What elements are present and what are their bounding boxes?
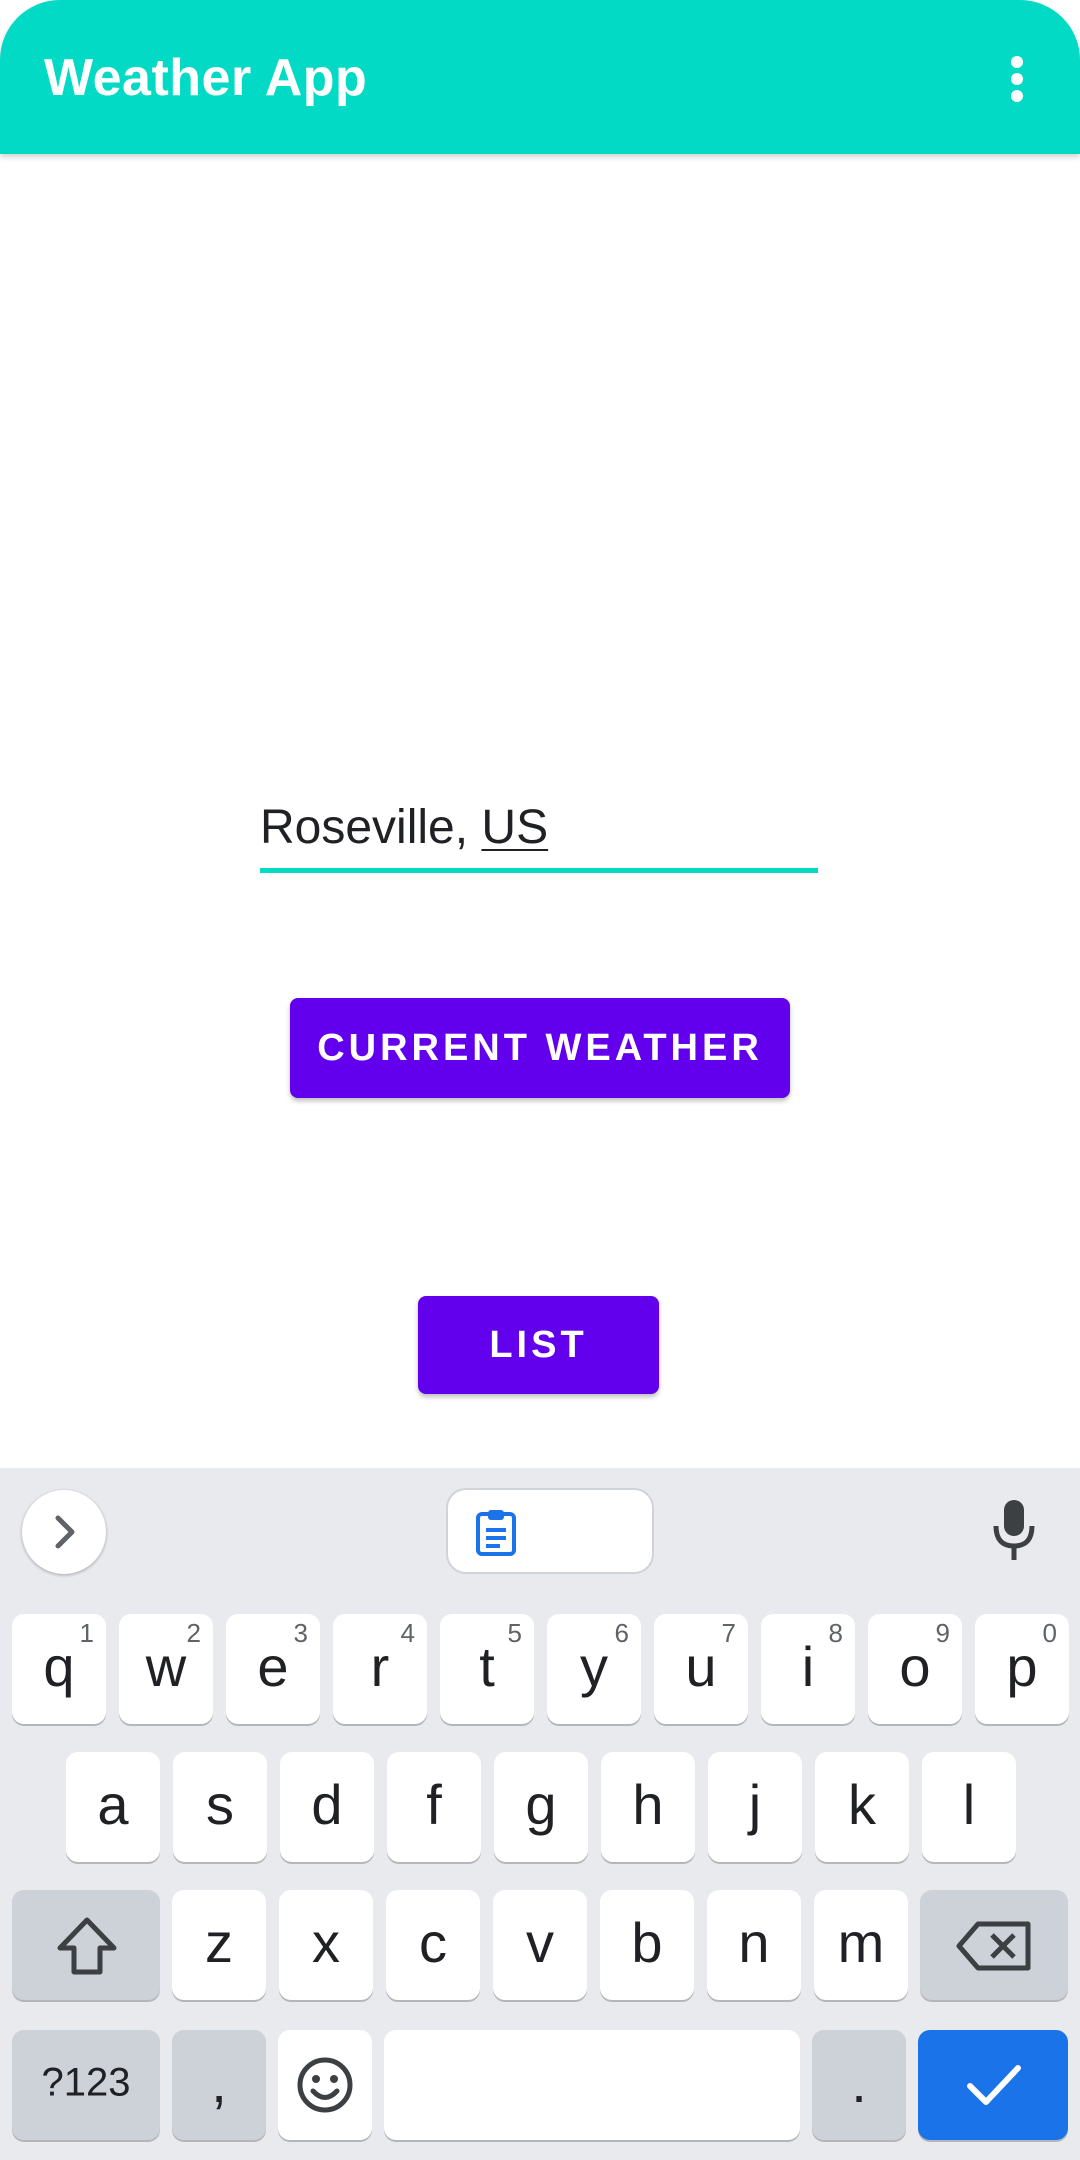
key-d[interactable]: d: [280, 1752, 374, 1862]
key-hint: 9: [935, 1618, 950, 1648]
key-p[interactable]: p0: [975, 1614, 1069, 1724]
key-label: c: [419, 1910, 447, 1974]
key-o[interactable]: o9: [868, 1614, 962, 1724]
key-hint: 0: [1042, 1618, 1057, 1648]
key-c[interactable]: c: [386, 1890, 480, 2000]
clipboard-button[interactable]: [446, 1488, 654, 1574]
key-label: g: [525, 1772, 557, 1836]
key-label: h: [632, 1772, 664, 1836]
key-label: z: [205, 1910, 233, 1974]
current-weather-button[interactable]: CURRENT WEATHER: [290, 998, 790, 1098]
key-label: d: [311, 1772, 343, 1836]
key-j[interactable]: j: [708, 1752, 802, 1862]
check-icon: [967, 2065, 1021, 2105]
emoji-icon: [297, 2057, 353, 2113]
key-label: v: [526, 1910, 554, 1974]
key-b[interactable]: b: [600, 1890, 694, 2000]
key-n[interactable]: n: [707, 1890, 801, 2000]
key-r[interactable]: r4: [333, 1614, 427, 1724]
key-hint: 1: [79, 1618, 94, 1648]
period-key[interactable]: .: [812, 2030, 906, 2140]
key-hint: 5: [507, 1618, 522, 1648]
space-key[interactable]: [384, 2030, 800, 2140]
key-g[interactable]: g: [494, 1752, 588, 1862]
keyboard-toolbar: [0, 1468, 1080, 1588]
key-hint: 6: [614, 1618, 629, 1648]
app-bar: Weather App: [0, 0, 1080, 154]
key-label: m: [837, 1910, 885, 1974]
key-f[interactable]: f: [387, 1752, 481, 1862]
enter-key[interactable]: [918, 2030, 1068, 2140]
key-label: a: [97, 1772, 129, 1836]
key-label: j: [748, 1772, 762, 1836]
city-input-value: Roseville, US: [260, 800, 548, 855]
key-a[interactable]: a: [66, 1752, 160, 1862]
key-hint: 4: [400, 1618, 415, 1648]
comma-key-label: ,: [211, 2050, 227, 2114]
input-underline: [260, 868, 818, 873]
key-hint: 7: [721, 1618, 736, 1648]
key-label: s: [206, 1772, 234, 1836]
shift-icon: [57, 1917, 117, 1975]
backspace-icon: [956, 1921, 1031, 1971]
key-hint: 8: [828, 1618, 843, 1648]
key-u[interactable]: u7: [654, 1614, 748, 1724]
soft-keyboard: ?123 , . q1w2e3r4t5y6u7i8o9p0 a s d f g h j k l z x…: [0, 1468, 1080, 2160]
key-t[interactable]: t5: [440, 1614, 534, 1724]
more-vert-icon[interactable]: [998, 48, 1040, 108]
key-i[interactable]: i8: [761, 1614, 855, 1724]
chevron-right-icon[interactable]: [22, 1490, 106, 1574]
city-composing-text: US: [481, 801, 549, 854]
comma-key[interactable]: ,: [172, 2030, 266, 2140]
key-label: n: [738, 1910, 770, 1974]
key-w[interactable]: w2: [119, 1614, 213, 1724]
symbols-key-label: ?123: [41, 2060, 131, 2105]
key-v[interactable]: v: [493, 1890, 587, 2000]
key-hint: 3: [293, 1618, 308, 1648]
key-hint: 2: [186, 1618, 201, 1648]
emoji-key[interactable]: [278, 2030, 372, 2140]
city-text: Roseville,: [260, 801, 482, 854]
clipboard-icon: [476, 1510, 516, 1556]
key-z[interactable]: z: [172, 1890, 266, 2000]
key-x[interactable]: x: [279, 1890, 373, 2000]
key-s[interactable]: s: [173, 1752, 267, 1862]
app-title: Weather App: [44, 49, 368, 107]
symbols-key[interactable]: ?123: [12, 2030, 160, 2140]
key-label: f: [426, 1772, 442, 1836]
key-q[interactable]: q1: [12, 1614, 106, 1724]
list-button[interactable]: LIST: [418, 1296, 659, 1394]
key-label: b: [631, 1910, 663, 1974]
shift-key[interactable]: [12, 1890, 160, 2000]
backspace-key[interactable]: [920, 1890, 1068, 2000]
key-label: x: [312, 1910, 340, 1974]
key-l[interactable]: l: [922, 1752, 1016, 1862]
key-m[interactable]: m: [814, 1890, 908, 2000]
key-label: l: [962, 1772, 976, 1836]
key-label: k: [848, 1772, 876, 1836]
key-e[interactable]: e3: [226, 1614, 320, 1724]
key-k[interactable]: k: [815, 1752, 909, 1862]
city-input[interactable]: Roseville, US: [260, 800, 818, 876]
mic-icon[interactable]: [988, 1498, 1040, 1564]
key-h[interactable]: h: [601, 1752, 695, 1862]
period-key-label: .: [851, 2050, 867, 2114]
key-y[interactable]: y6: [547, 1614, 641, 1724]
